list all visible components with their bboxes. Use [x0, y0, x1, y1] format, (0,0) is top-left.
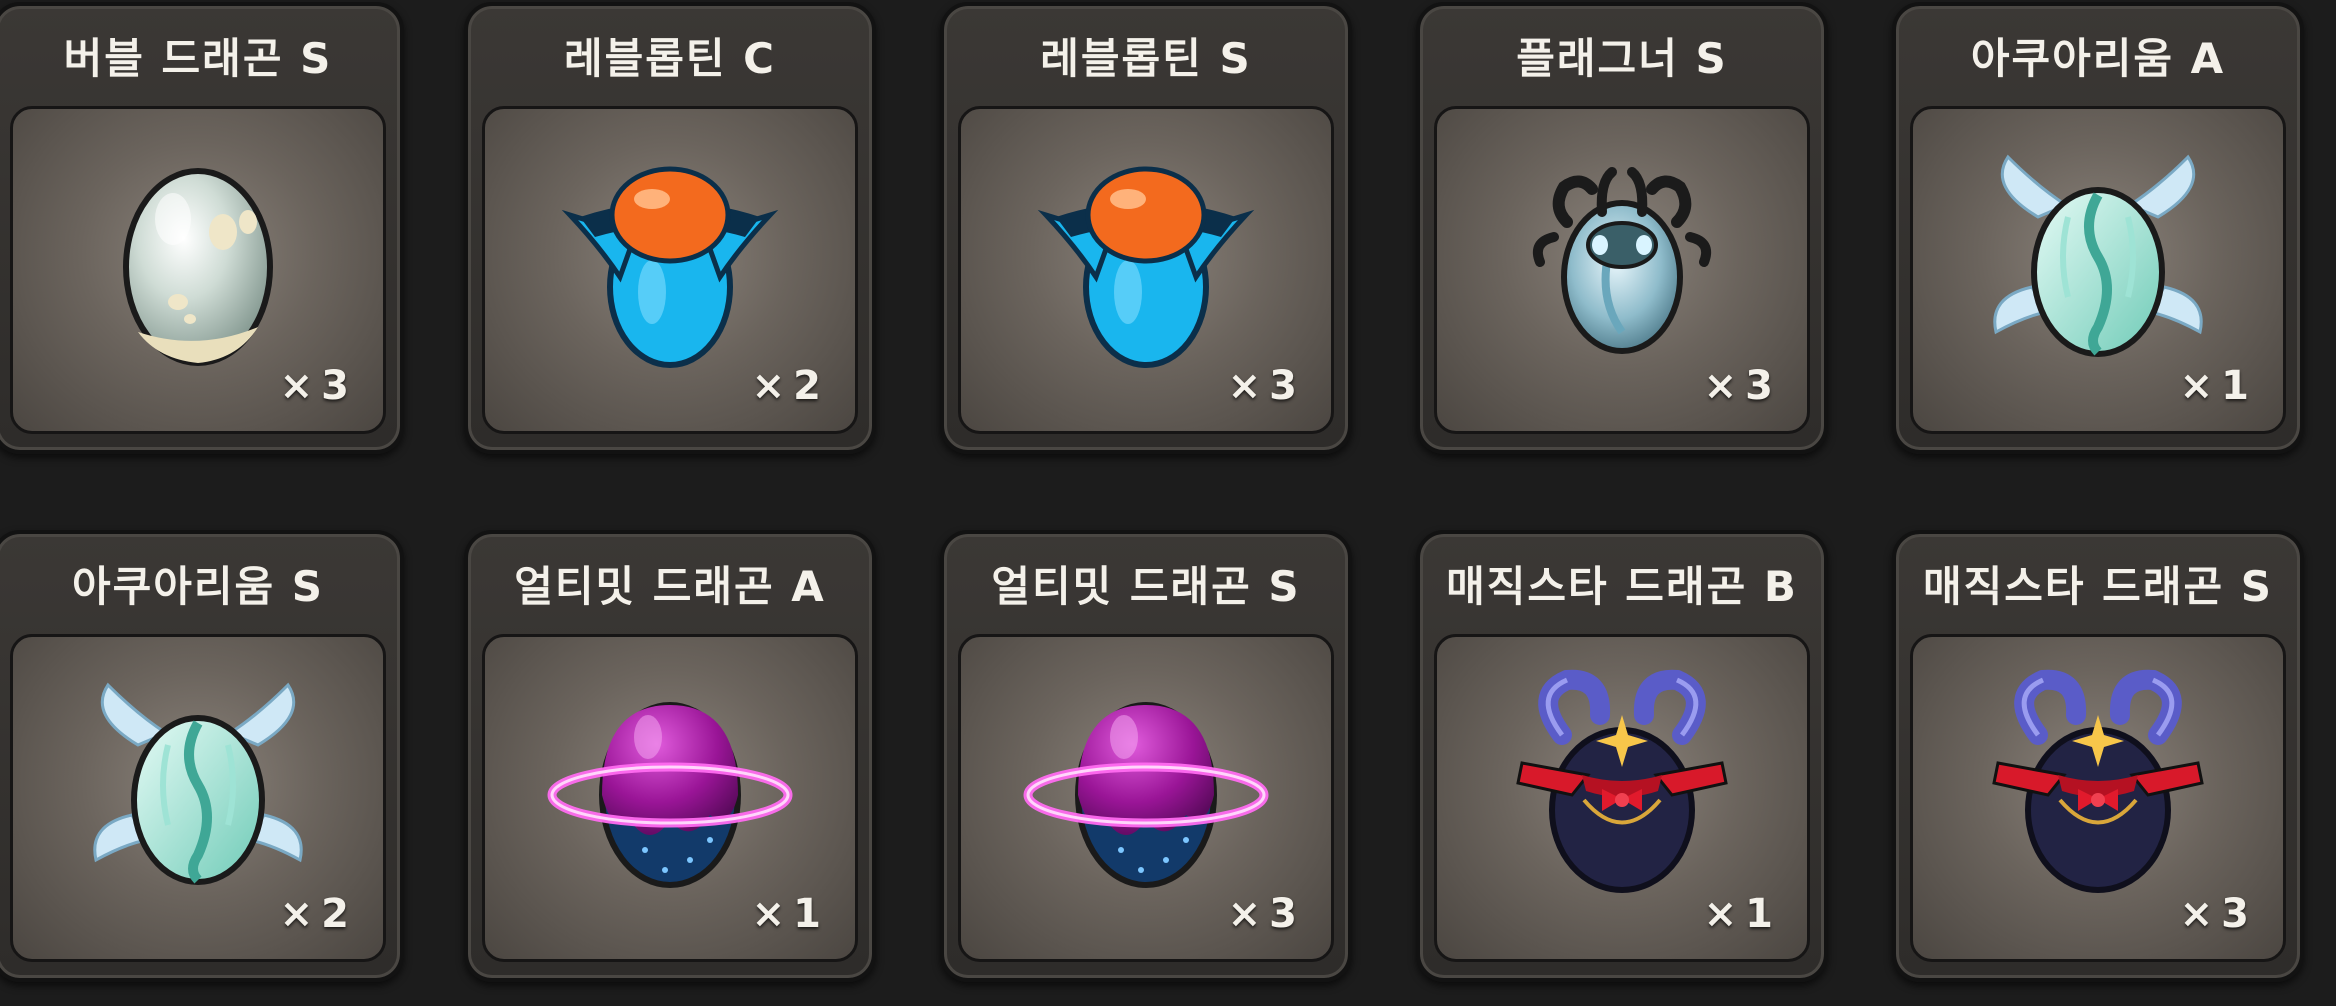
item-count: ×3	[1227, 363, 1305, 409]
item-name: 매직스타 드래곤 B	[1446, 562, 1798, 611]
item-slot: ×2	[10, 634, 386, 962]
item-slot: ×1	[482, 634, 858, 962]
magicstar-dragon-egg-icon	[1992, 669, 2204, 894]
item-slot: ×3	[1434, 106, 1810, 434]
item-count: ×1	[1703, 891, 1781, 937]
item-name: 얼티밋 드래곤 S	[991, 562, 1301, 611]
item-slot: ×3	[958, 106, 1334, 434]
item-count: ×3	[279, 363, 357, 409]
item-slot: ×1	[1910, 106, 2286, 434]
magicstar-dragon-egg-icon	[1516, 669, 1728, 894]
item-slot: ×3	[10, 106, 386, 434]
item-card-aquarium-s[interactable]: 아쿠아리움 S ×2	[0, 530, 404, 982]
egg-inventory-grid: 버블 드래곤 S ×3 레블롭틴 C ×2 레블롭틴 S ×3 플래그너 S ×…	[0, 0, 2336, 1006]
item-card-rebloptin-s[interactable]: 레블롭틴 S ×3	[940, 2, 1352, 454]
rebloptin-egg-icon	[1037, 166, 1255, 369]
item-card-ultimate-dragon-a[interactable]: 얼티밋 드래곤 A ×1	[464, 530, 876, 982]
item-card-flagner-s[interactable]: 플래그너 S ×3	[1416, 2, 1828, 454]
item-name: 얼티밋 드래곤 A	[514, 562, 826, 611]
item-slot: ×1	[1434, 634, 1810, 962]
rebloptin-egg-icon	[561, 166, 779, 369]
item-name: 아쿠아리움 S	[71, 562, 325, 611]
aquarium-egg-icon	[1993, 154, 2203, 358]
item-name: 레블롭틴 C	[563, 34, 776, 83]
item-name: 버블 드래곤 S	[63, 34, 333, 83]
item-card-aquarium-a[interactable]: 아쿠아리움 A ×1	[1892, 2, 2304, 454]
ultimate-dragon-egg-icon	[1023, 702, 1269, 889]
item-card-bubble-dragon-s[interactable]: 버블 드래곤 S ×3	[0, 2, 404, 454]
item-name: 플래그너 S	[1516, 34, 1728, 83]
item-count: ×2	[279, 891, 357, 937]
item-slot: ×3	[958, 634, 1334, 962]
aquarium-egg-icon	[93, 682, 303, 886]
flagner-egg-icon	[1532, 167, 1712, 355]
item-slot: ×3	[1910, 634, 2286, 962]
item-count: ×3	[1227, 891, 1305, 937]
item-name: 아쿠아리움 A	[1970, 34, 2226, 83]
item-card-magicstar-dragon-b[interactable]: 매직스타 드래곤 B ×1	[1416, 530, 1828, 982]
item-slot: ×2	[482, 106, 858, 434]
item-card-magicstar-dragon-s[interactable]: 매직스타 드래곤 S ×3	[1892, 530, 2304, 982]
item-count: ×3	[2179, 891, 2257, 937]
item-name: 레블롭틴 S	[1040, 34, 1252, 83]
item-card-rebloptin-c[interactable]: 레블롭틴 C ×2	[464, 2, 876, 454]
ultimate-dragon-egg-icon	[547, 702, 793, 889]
item-name: 매직스타 드래곤 S	[1923, 562, 2273, 611]
item-card-ultimate-dragon-s[interactable]: 얼티밋 드래곤 S ×3	[940, 530, 1352, 982]
item-count: ×3	[1703, 363, 1781, 409]
item-count: ×1	[751, 891, 829, 937]
bubble-dragon-egg-icon	[123, 168, 273, 367]
item-count: ×2	[751, 363, 829, 409]
item-count: ×1	[2179, 363, 2257, 409]
